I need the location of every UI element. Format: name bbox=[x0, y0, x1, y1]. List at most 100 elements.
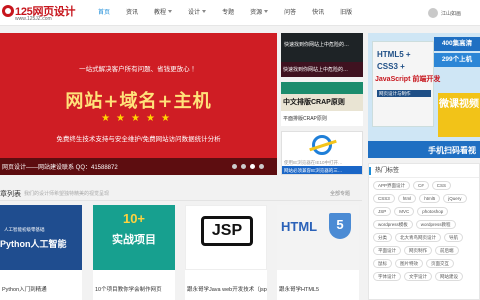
tag-chip[interactable]: MVC bbox=[394, 207, 415, 216]
promo-1-caption[interactable]: 快速找到你网站上中危险的… bbox=[281, 62, 363, 77]
chevron-down-icon bbox=[264, 10, 269, 13]
tag-chip[interactable]: C# bbox=[413, 181, 429, 190]
tag-chip[interactable]: 字体设计 bbox=[373, 272, 401, 281]
logo-icon bbox=[2, 5, 14, 17]
logo-url: www.125JZ.com bbox=[15, 16, 52, 22]
article-title[interactable]: 跟永哥学HTML5 bbox=[279, 285, 359, 293]
article-list-header: 章列表 我们的设计师希望独特精美的视觉呈现 全部专题 bbox=[0, 185, 362, 201]
book-subtitle: 网页设计与制作 bbox=[377, 90, 431, 97]
nav-item[interactable]: 资源 bbox=[244, 0, 274, 26]
article-card[interactable]: HTML 5 跟永哥学HTML5 bbox=[277, 205, 359, 300]
tag-chip[interactable]: 北大青鸟网页设计 bbox=[395, 233, 441, 242]
thumb-small-text: 人工智能初级零基础 bbox=[4, 227, 45, 232]
promo-2-banner bbox=[281, 82, 363, 94]
chevron-down-icon bbox=[168, 10, 173, 13]
book-title-html5: HTML5 + bbox=[377, 50, 411, 59]
article-card[interactable]: 人工智能初级零基础 Python人工智能 Python入门到精通 bbox=[0, 205, 82, 300]
article-thumbnail[interactable]: HTML 5 bbox=[277, 205, 359, 270]
slider-dot[interactable] bbox=[232, 164, 237, 169]
article-list-title: 章列表 bbox=[0, 191, 21, 198]
promo-1-text: 快速找到你网站上中危险的… bbox=[284, 42, 350, 48]
tag-chip[interactable]: CSS3 bbox=[373, 194, 395, 203]
nav-item[interactable]: 快讯 bbox=[306, 0, 330, 26]
article-card[interactable]: 10+ 实战项目 10个项目教你学会制作网页 bbox=[93, 205, 175, 300]
nav-item[interactable]: 旧版 bbox=[334, 0, 358, 26]
avatar[interactable] bbox=[428, 8, 438, 18]
ie-browser-icon bbox=[312, 135, 332, 155]
nav-item-label: 专题 bbox=[222, 10, 235, 16]
article-title[interactable]: Python入门到精通 bbox=[2, 285, 82, 293]
article-thumbnail[interactable]: 10+ 实战项目 bbox=[93, 205, 175, 270]
slide-subtitle: 一站式解决客户所有问题、省钱更放心 ！ bbox=[79, 66, 198, 73]
nav-item[interactable]: 资讯 bbox=[120, 0, 144, 26]
html5-text: HTML bbox=[281, 219, 318, 234]
nav-item[interactable]: 教程 bbox=[148, 0, 178, 26]
nav-item[interactable]: 问答 bbox=[278, 0, 302, 26]
main-nav: 首页 资讯 教程 设计 专题 资源 问答 快讯 旧版 bbox=[92, 0, 362, 26]
article-title[interactable]: 10个项目教你学会制作网页 bbox=[95, 285, 175, 293]
tag-chip[interactable]: CSS bbox=[431, 181, 452, 190]
book-title-js: JavaScript 前端开发 bbox=[375, 76, 441, 83]
all-topics-link[interactable]: 全部专题 bbox=[330, 190, 350, 197]
nav-item-label: 快讯 bbox=[312, 10, 325, 16]
tag-chip[interactable]: wordpress模板 bbox=[373, 220, 413, 229]
article-thumbnail[interactable]: 人工智能初级零基础 Python人工智能 bbox=[0, 205, 82, 270]
tag-chip[interactable]: html bbox=[397, 194, 417, 203]
thumb-big-text: Python人工智能 bbox=[0, 239, 67, 249]
promo-card-2[interactable]: 中文排版CRAP原则 平面排版CRAP原则 bbox=[281, 82, 363, 126]
promo-2-text: 中文排版CRAP原则 bbox=[283, 99, 345, 106]
html5-shield-icon: 5 bbox=[329, 213, 351, 239]
top-header: 125网页设计 www.125JZ.com 首页 资讯 教程 设计 专题 资源 问答 快讯 旧版… bbox=[0, 0, 480, 26]
article-title[interactable]: 跟永哥学Java web开发技术（jsp… bbox=[187, 285, 267, 293]
slide-caption-bar: 网页设计——网站建设联系 QQ：41588872 bbox=[0, 158, 277, 175]
slide-caption[interactable]: 网页设计——网站建设联系 QQ：41588872 bbox=[2, 162, 118, 171]
book-title-css3: CSS3 + bbox=[377, 62, 405, 71]
book-badge-videos: 400集高清 bbox=[434, 37, 480, 51]
slider-dot[interactable] bbox=[250, 164, 255, 169]
tag-chip[interactable]: 平面设计 bbox=[373, 246, 401, 255]
tag-chip[interactable]: 网站建设 bbox=[435, 272, 463, 281]
promo-card-3[interactable]: 使用IE浏览器在IE10中打开… 网站必须兼容IE浏览器的三… bbox=[281, 131, 363, 175]
user-menu[interactable]: 江山如画 bbox=[428, 8, 461, 18]
tag-chip[interactable]: photoshop bbox=[417, 207, 449, 216]
nav-item-label: 首页 bbox=[98, 10, 111, 16]
nav-item-label: 问答 bbox=[284, 10, 297, 16]
slider-dots bbox=[232, 164, 268, 169]
hot-tags-title: 热门标签 bbox=[369, 164, 479, 178]
thumb-big-text: 实战项目 bbox=[112, 234, 156, 246]
nav-item[interactable]: 专题 bbox=[216, 0, 240, 26]
slider-dot[interactable] bbox=[259, 164, 264, 169]
article-card[interactable]: JSP 跟永哥学Java web开发技术（jsp… bbox=[185, 205, 267, 300]
tag-chip[interactable]: 图片特效 bbox=[395, 259, 423, 268]
tag-chip[interactable]: 分类 bbox=[373, 233, 392, 242]
tag-chip[interactable]: 导航 bbox=[444, 233, 463, 242]
promo-card-1[interactable]: 快速找到你网站上中危险的… 快速找到你网站上中危险的… bbox=[281, 33, 363, 77]
tag-chip[interactable]: 前后端 bbox=[435, 246, 459, 255]
promo-2-caption[interactable]: 平面排版CRAP原则 bbox=[281, 111, 363, 126]
tag-chip[interactable]: jQuery bbox=[443, 194, 467, 203]
tag-chip[interactable]: 鼠标 bbox=[373, 259, 392, 268]
tag-chip[interactable]: JSP bbox=[373, 207, 392, 216]
tag-chip[interactable]: 文字设计 bbox=[404, 272, 432, 281]
nav-item-label: 旧版 bbox=[340, 10, 353, 16]
tag-chip[interactable]: html5 bbox=[419, 194, 441, 203]
user-name[interactable]: 江山如画 bbox=[441, 10, 461, 17]
book-cover: HTML5 + CSS3 + JavaScript 前端开发 网页设计与制作 bbox=[372, 41, 440, 127]
tag-chip[interactable]: APP界面设计 bbox=[373, 181, 411, 190]
slide-stars: ★★★★★ bbox=[101, 113, 176, 124]
book-scan-text[interactable]: 手机扫码看视 bbox=[368, 141, 480, 158]
nav-item[interactable]: 首页 bbox=[92, 0, 116, 26]
slider-dot[interactable] bbox=[241, 164, 246, 169]
article-thumbnail[interactable]: JSP bbox=[185, 205, 267, 270]
slide-title: 网站+域名+主机 bbox=[65, 91, 212, 112]
site-logo[interactable]: 125网页设计 www.125JZ.com bbox=[2, 2, 76, 24]
nav-item-label: 设计 bbox=[188, 10, 201, 16]
tag-chip[interactable]: wordpress教程 bbox=[415, 220, 456, 229]
hero-slider[interactable]: 一站式解决客户所有问题、省钱更放心 ！ 网站+域名+主机 ★★★★★ 免费终生技… bbox=[0, 33, 277, 175]
nav-item[interactable]: 设计 bbox=[182, 0, 212, 26]
promo-3-caption[interactable]: 网站必须兼容IE浏览器的三… bbox=[282, 166, 362, 174]
book-advert[interactable]: HTML5 + CSS3 + JavaScript 前端开发 网页设计与制作 4… bbox=[368, 33, 480, 158]
chevron-down-icon bbox=[202, 10, 207, 13]
tag-chip[interactable]: 网页制作 bbox=[404, 246, 432, 255]
tag-chip[interactable]: 页面交互 bbox=[426, 259, 454, 268]
